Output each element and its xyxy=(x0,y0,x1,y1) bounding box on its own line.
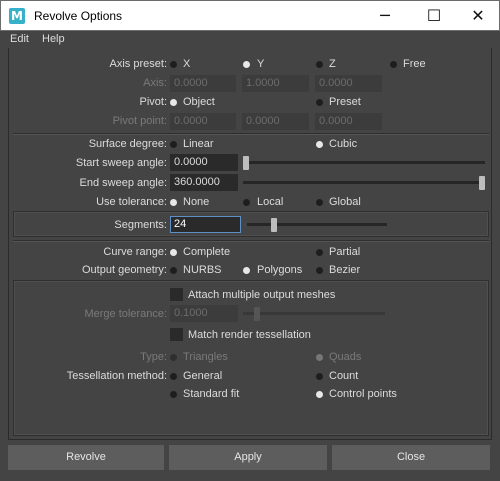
pivot-preset-radio[interactable] xyxy=(316,99,323,106)
use-tolerance-local-label: Local xyxy=(257,196,284,208)
button-bar: Revolve Apply Close xyxy=(0,441,500,481)
pivot-label: Pivot: xyxy=(139,96,167,108)
pivot-point-x-field[interactable]: 0.0000 xyxy=(170,113,236,130)
apply-button[interactable]: Apply xyxy=(169,445,327,470)
output-geometry-bezier-label: Bezier xyxy=(329,264,361,276)
pivot-object-label: Object xyxy=(183,96,215,108)
output-geometry-bezier-radio[interactable] xyxy=(316,267,323,274)
axis-preset-x-label: X xyxy=(183,58,191,70)
axis-preset-free-label: Free xyxy=(403,58,426,70)
use-tolerance-label: Use tolerance: xyxy=(96,196,167,208)
end-sweep-label: End sweep angle: xyxy=(79,177,167,189)
axis-preset-y-radio[interactable] xyxy=(243,61,250,68)
options-panel: Axis preset: X Y Z Free Axis: 0.0000 1.0… xyxy=(8,48,492,440)
type-triangles-radio[interactable] xyxy=(170,354,177,361)
axis-z-field[interactable]: 0.0000 xyxy=(315,75,382,92)
axis-x-field[interactable]: 0.0000 xyxy=(170,75,236,92)
tessellation-count-radio[interactable] xyxy=(316,373,323,380)
pivot-preset-label: Preset xyxy=(329,96,361,108)
output-geometry-label: Output geometry: xyxy=(82,264,167,276)
close-button[interactable]: Close xyxy=(332,445,490,470)
attach-meshes-label: Attach multiple output meshes xyxy=(188,289,336,301)
maya-app-icon: M xyxy=(9,8,25,24)
axis-label: Axis: xyxy=(143,77,167,89)
merge-tolerance-label: Merge tolerance: xyxy=(84,308,167,320)
surface-degree-label: Surface degree: xyxy=(88,138,167,150)
menu-edit[interactable]: Edit xyxy=(10,33,29,45)
polygon-options-frame xyxy=(13,280,489,436)
revolve-button[interactable]: Revolve xyxy=(8,445,164,470)
type-quads-radio[interactable] xyxy=(316,354,323,361)
start-sweep-field[interactable]: 0.0000 xyxy=(170,154,238,171)
type-triangles-label: Triangles xyxy=(183,351,228,363)
curve-range-partial-label: Partial xyxy=(329,246,361,258)
type-label: Type: xyxy=(140,351,167,363)
axis-preset-z-label: Z xyxy=(329,58,336,70)
axis-y-field[interactable]: 1.0000 xyxy=(242,75,309,92)
start-sweep-slider[interactable] xyxy=(243,161,485,164)
curve-range-partial-radio[interactable] xyxy=(316,249,323,256)
surface-degree-cubic-radio[interactable] xyxy=(316,141,323,148)
tessellation-method-label: Tessellation method: xyxy=(66,370,167,382)
section-divider xyxy=(13,133,489,135)
attach-meshes-checkbox[interactable] xyxy=(170,288,183,301)
match-render-label: Match render tessellation xyxy=(188,329,311,341)
use-tolerance-global-radio[interactable] xyxy=(316,199,323,206)
section-divider xyxy=(13,240,489,242)
menu-help[interactable]: Help xyxy=(42,33,65,45)
curve-range-label: Curve range: xyxy=(103,246,167,258)
minimize-icon[interactable]: ─ xyxy=(362,1,408,31)
start-sweep-slider-handle[interactable] xyxy=(243,156,249,170)
tessellation-standard-fit-label: Standard fit xyxy=(183,388,240,400)
output-geometry-nurbs-label: NURBS xyxy=(183,264,222,276)
pivot-point-y-field[interactable]: 0.0000 xyxy=(242,113,309,130)
merge-tolerance-slider[interactable] xyxy=(243,312,385,315)
use-tolerance-global-label: Global xyxy=(329,196,361,208)
end-sweep-field[interactable]: 360.0000 xyxy=(170,174,238,191)
use-tolerance-none-radio[interactable] xyxy=(170,199,177,206)
output-geometry-nurbs-radio[interactable] xyxy=(170,267,177,274)
axis-preset-label: Axis preset: xyxy=(109,58,167,70)
tessellation-general-radio[interactable] xyxy=(170,373,177,380)
segments-label: Segments: xyxy=(114,219,167,231)
menu-bar: Edit Help xyxy=(0,31,500,48)
close-icon[interactable]: ✕ xyxy=(455,1,500,31)
curve-range-complete-label: Complete xyxy=(183,246,231,258)
end-sweep-slider[interactable] xyxy=(243,181,485,184)
tessellation-general-label: General xyxy=(183,370,223,382)
merge-tolerance-field[interactable]: 0.1000 xyxy=(170,305,238,322)
surface-degree-linear-label: Linear xyxy=(183,138,214,150)
surface-degree-cubic-label: Cubic xyxy=(329,138,358,150)
type-quads-label: Quads xyxy=(329,351,362,363)
tessellation-standard-fit-radio[interactable] xyxy=(170,391,177,398)
pivot-object-radio[interactable] xyxy=(170,99,177,106)
curve-range-complete-radio[interactable] xyxy=(170,249,177,256)
start-sweep-label: Start sweep angle: xyxy=(75,157,167,169)
end-sweep-slider-handle[interactable] xyxy=(479,176,485,190)
window-title: Revolve Options xyxy=(34,9,123,23)
segments-slider[interactable] xyxy=(247,223,387,226)
axis-preset-z-radio[interactable] xyxy=(316,61,323,68)
pivot-point-label: Pivot point: xyxy=(112,115,167,127)
tessellation-count-label: Count xyxy=(329,370,359,382)
output-geometry-polygons-radio[interactable] xyxy=(243,267,250,274)
segments-field[interactable]: 24 xyxy=(170,216,241,233)
pivot-point-z-field[interactable]: 0.0000 xyxy=(315,113,382,130)
segments-slider-handle[interactable] xyxy=(271,218,278,232)
axis-preset-x-radio[interactable] xyxy=(170,61,177,68)
axis-preset-free-radio[interactable] xyxy=(390,61,397,68)
merge-tolerance-slider-handle[interactable] xyxy=(253,307,260,321)
use-tolerance-none-label: None xyxy=(183,196,210,208)
output-geometry-polygons-label: Polygons xyxy=(257,264,303,276)
use-tolerance-local-radio[interactable] xyxy=(243,199,250,206)
maximize-icon[interactable]: ☐ xyxy=(411,1,457,31)
match-render-checkbox[interactable] xyxy=(170,328,183,341)
axis-preset-y-label: Y xyxy=(257,58,265,70)
surface-degree-linear-radio[interactable] xyxy=(170,141,177,148)
tessellation-control-points-radio[interactable] xyxy=(316,391,323,398)
tessellation-control-points-label: Control points xyxy=(329,388,397,400)
title-bar: M Revolve Options ─ ☐ ✕ xyxy=(0,0,500,31)
